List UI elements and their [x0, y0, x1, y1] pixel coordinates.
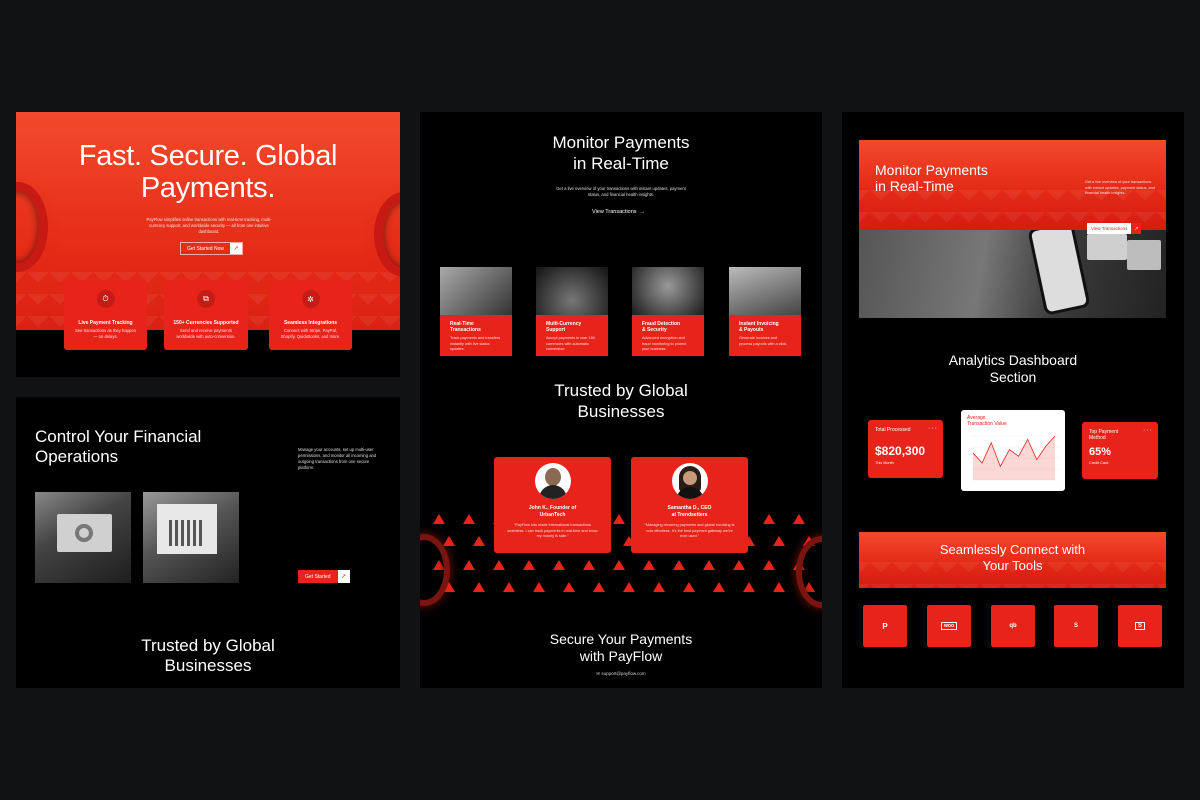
integration-icon: ✲ — [301, 290, 320, 308]
testimonial-quote: “Managing recurring payments and global … — [644, 523, 735, 538]
average-transaction-chart — [971, 435, 1059, 481]
monitor-description-right: Get a live overview of your transactions… — [1085, 180, 1155, 195]
chart-area — [973, 436, 1055, 480]
monitor-feature-card: Real-Time Transactions Track payments and… — [440, 267, 512, 356]
mail-icon: ✉ — [596, 671, 601, 676]
clock-icon: ⏱ — [96, 290, 115, 308]
quickbooks-tool-icon[interactable]: qb — [991, 605, 1035, 647]
hero-title: Fast. Secure. Global Payments. — [78, 140, 338, 204]
avatar — [534, 463, 571, 499]
feature-desc: Track payments and transfers instantly w… — [450, 336, 501, 351]
stat-card-total: ··· Total Processed $820,300 This Month — [868, 420, 943, 478]
phone-photo — [859, 230, 1166, 318]
secure-title: Secure Your Payments with PayFlow — [549, 631, 693, 664]
connect-title: Seamlessly Connect with Your Tools — [939, 542, 1086, 573]
monitor-feature-card: Fraud Detection & Security Advanced encry… — [632, 267, 704, 356]
testimonial-card: Samantha D., CEO at Trendsetters “Managin… — [631, 457, 748, 553]
triangle-pattern — [420, 507, 822, 597]
get-started-button[interactable]: Get Started ↗ — [298, 570, 350, 583]
analytics-panel: Monitor Payments in Real-Time Get a live… — [842, 112, 1184, 688]
more-icon[interactable]: ··· — [928, 425, 938, 432]
stat-value: $820,300 — [875, 444, 926, 458]
feature-card-integrations: ✲ Seamless Integrations Connect with Str… — [269, 280, 352, 350]
stat-label: Total Processed — [875, 427, 911, 433]
monitor-panel: Monitor Payments in Real-Time Get a live… — [420, 112, 822, 688]
trusted-title: Trusted by Global Businesses — [141, 636, 275, 675]
stat-value: 65% — [1089, 446, 1112, 458]
arrow-icon: ↗ — [229, 243, 242, 254]
stat-card-method: ··· Top Payment Method 65% Credit Card — [1082, 422, 1158, 479]
hero-panel: Fast. Secure. Global Payments. PayFlow s… — [16, 112, 400, 377]
feature-desc: Send and receive payments worldwide with… — [176, 328, 236, 340]
testimonial-name: John K., Founder of UrbanTech — [528, 505, 577, 518]
feature-desc: Accept payments in over 150 currencies w… — [546, 336, 595, 351]
connect-banner: Seamlessly Connect with Your Tools — [859, 532, 1166, 588]
dashboard-photo — [35, 492, 131, 583]
get-started-label: Get Started — [305, 573, 331, 580]
monitor-title-right: Monitor Payments in Real-Time — [875, 162, 988, 194]
monitor-description: Get a live overview of your transactions… — [556, 186, 686, 198]
monitor-title: Monitor Payments in Real-Time — [552, 133, 690, 173]
shopify-tool-icon[interactable]: S — [1054, 605, 1098, 647]
average-transaction-card: Average Transaction Value — [961, 410, 1065, 491]
arrow-icon: ↗ — [337, 570, 350, 583]
paypal-tool-icon[interactable]: P — [863, 605, 907, 647]
view-transactions-button[interactable]: View Transactions ↗ — [1087, 223, 1142, 234]
analytics-title: Analytics Dashboard Section — [948, 352, 1078, 385]
avg-title: Average Transaction Value — [967, 415, 1007, 427]
woocommerce-tool-icon[interactable]: woo — [927, 605, 971, 647]
view-transactions-label: View Transactions — [592, 209, 637, 215]
security-photo — [632, 267, 704, 315]
feature-card-live-tracking: ⏱ Live Payment Tracking See transactions… — [64, 280, 147, 350]
ring-decoration-right — [374, 192, 400, 277]
feature-desc: Generate invoices and process payouts wi… — [739, 336, 788, 346]
stat-sub: This Month — [875, 461, 894, 465]
feature-title: Support — [546, 327, 566, 333]
feature-title: Transactions — [450, 327, 481, 333]
feature-desc: See transactions as they happen — no del… — [75, 328, 136, 340]
currency-photo — [536, 267, 608, 315]
currency-icon: ⧉ — [197, 290, 215, 308]
arrow-icon: ↗ — [1131, 223, 1142, 234]
support-email-link[interactable]: ✉ support@payflow.com — [420, 671, 822, 677]
monitor-feature-card: Multi-Currency Support Accept payments in… — [536, 267, 608, 356]
payment-photo — [440, 267, 512, 315]
invoice-photo — [729, 267, 801, 315]
analytics-photo — [143, 492, 239, 583]
stat-sub: Credit Card — [1089, 461, 1109, 465]
get-started-now-button[interactable]: Get Started Now ↗ — [180, 242, 243, 255]
arrow-right-icon: → — [639, 209, 646, 215]
testimonial-card: John K., Founder of UrbanTech “PayFlow ha… — [494, 457, 611, 553]
view-transactions-link[interactable]: View Transactions → — [592, 209, 645, 215]
hero-description: PayFlow simplifies online transactions w… — [146, 217, 272, 235]
view-transactions-label: View Transactions — [1091, 226, 1128, 231]
control-title: Control Your Financial Operations — [35, 427, 202, 466]
stat-label: Top Payment Method — [1089, 429, 1119, 441]
monitor-feature-card: Instant Invoicing & Payouts Generate invo… — [729, 267, 801, 356]
more-icon[interactable]: ··· — [1143, 427, 1153, 434]
support-email: support@payflow.com — [601, 671, 646, 676]
feature-desc: Connect with Stripe, PayPal, Shopify, Qu… — [280, 328, 341, 340]
get-started-now-label: Get Started Now — [187, 245, 224, 252]
control-panel: Control Your Financial Operations Manage… — [16, 397, 400, 688]
feature-card-currencies: ⧉ 150+ Currencies Supported Send and rec… — [164, 280, 248, 350]
control-description: Manage your accounts, set up multi-user … — [298, 447, 377, 471]
trusted-title: Trusted by Global Businesses — [554, 381, 688, 421]
feature-title: & Security — [642, 327, 667, 333]
avatar — [671, 463, 708, 499]
feature-title: 150+ Currencies Supported — [173, 320, 239, 326]
stripe-tool-icon[interactable]: S — [1118, 605, 1162, 647]
testimonial-quote: “PayFlow has made international transact… — [507, 523, 598, 538]
testimonial-name: Samantha D., CEO at Trendsetters — [667, 505, 712, 518]
feature-title: & Payouts — [739, 327, 764, 333]
feature-desc: Advanced encryption and fraud monitoring… — [642, 336, 687, 351]
